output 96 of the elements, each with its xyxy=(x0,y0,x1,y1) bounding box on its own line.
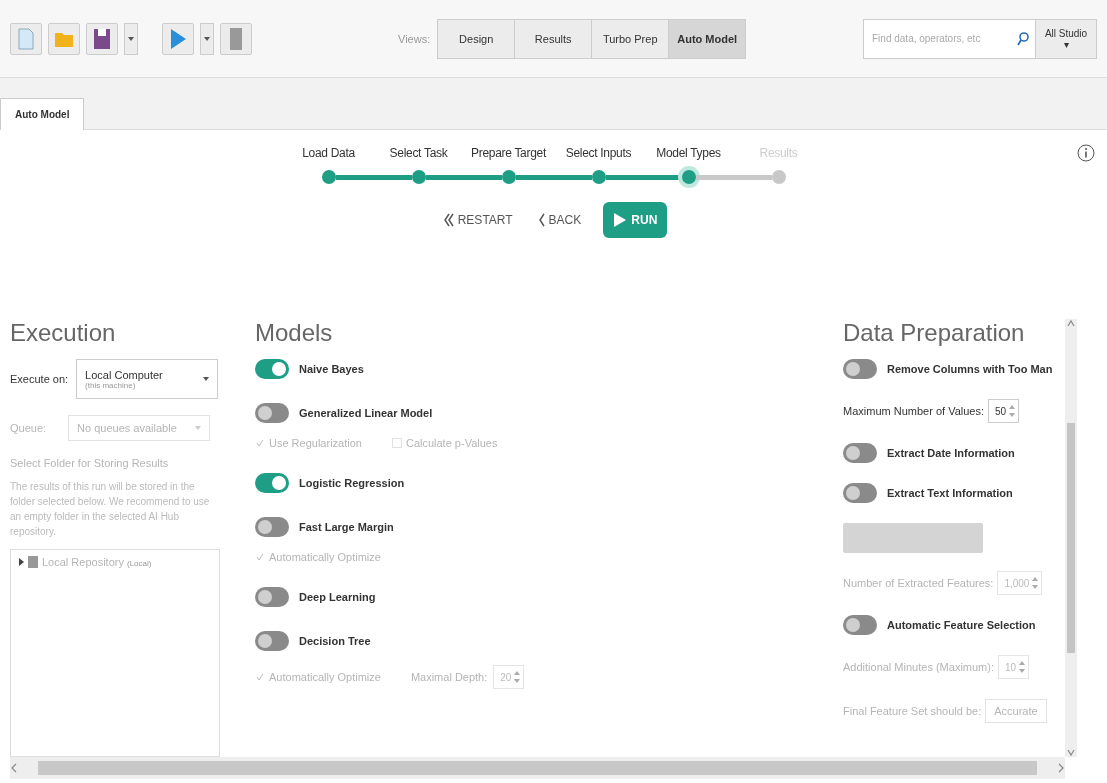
horizontal-scrollbar[interactable] xyxy=(10,757,1065,779)
scroll-up-icon[interactable] xyxy=(1067,319,1075,329)
toggle-switch[interactable] xyxy=(255,473,289,493)
view-tab[interactable]: Auto Model xyxy=(668,18,747,59)
save-button[interactable] xyxy=(86,22,118,55)
spinner-arrows-icon xyxy=(1032,576,1039,590)
section-title: Models xyxy=(255,319,334,347)
model-name: Naive Bayes xyxy=(299,363,364,375)
views-label: Views: xyxy=(398,32,431,45)
scope-dropdown[interactable]: All Studio ▾ xyxy=(1035,18,1097,59)
toggle-label: Remove Columns with Too Man xyxy=(887,363,1053,375)
caret-icon xyxy=(128,36,134,41)
field-label: Number of Extracted Features: xyxy=(843,577,994,589)
model-name: Logistic Regression xyxy=(299,477,405,489)
dropdown-subtext: (this machine) xyxy=(85,380,136,390)
checkbox-label: Use Regularization xyxy=(269,437,362,449)
play-icon xyxy=(613,212,628,228)
stop-button[interactable] xyxy=(220,22,252,55)
checkbox[interactable] xyxy=(255,438,265,448)
number-spinner[interactable]: 50 xyxy=(988,399,1020,423)
step-dot[interactable] xyxy=(501,170,516,184)
caret-icon xyxy=(195,426,202,430)
run-button[interactable] xyxy=(162,22,194,55)
checkbox-label: Calculate p-Values xyxy=(405,437,498,449)
search-field[interactable]: Find data, operators, etc xyxy=(863,18,1036,59)
checkbox-label: Automatically Optimize xyxy=(269,671,381,683)
section-title: Data Preparation xyxy=(843,319,1026,347)
field-label: Queue: xyxy=(10,422,47,434)
field-label: Maximum Number of Values: xyxy=(843,405,984,417)
step-dot[interactable] xyxy=(591,170,606,184)
page-icon xyxy=(17,27,35,50)
scroll-down-icon[interactable] xyxy=(1067,747,1075,757)
toggle-switch[interactable] xyxy=(843,359,877,379)
search-icon xyxy=(1017,31,1029,46)
section-title: Execution xyxy=(10,319,117,347)
checkbox-label: Automatically Optimize xyxy=(269,551,381,563)
model-name: Decision Tree xyxy=(299,635,371,647)
toggle-switch[interactable] xyxy=(843,483,877,503)
toggle-switch[interactable] xyxy=(255,631,289,651)
scroll-left-icon[interactable] xyxy=(10,763,18,773)
toggle-label: Extract Date Information xyxy=(887,447,1015,459)
field-label: Maximal Depth: xyxy=(410,671,488,683)
save-icon xyxy=(92,27,112,50)
caret-icon xyxy=(203,377,210,381)
spinner-arrows-icon xyxy=(1009,404,1016,418)
step-dot[interactable] xyxy=(771,170,786,184)
toggle-switch[interactable] xyxy=(255,359,289,379)
step-label: Model Types xyxy=(655,146,722,160)
caret-button[interactable] xyxy=(124,22,138,55)
play-icon xyxy=(169,27,187,50)
step-dot[interactable] xyxy=(321,170,336,184)
toggle-switch[interactable] xyxy=(255,517,289,537)
model-name: Deep Learning xyxy=(299,591,376,603)
step-label: Prepare Target xyxy=(470,146,548,160)
field-label: Additional Minutes (Maximum): xyxy=(843,661,994,673)
checkbox[interactable] xyxy=(391,438,402,448)
dropdown[interactable]: Local Computer (this machine) xyxy=(76,359,219,399)
scroll-right-icon[interactable] xyxy=(1057,763,1065,773)
vertical-scrollbar[interactable] xyxy=(1065,319,1077,757)
stop-icon xyxy=(230,27,242,50)
model-name: Generalized Linear Model xyxy=(299,407,433,419)
double-chevron-icon xyxy=(443,213,454,227)
chevron-icon xyxy=(538,213,545,227)
toggle-label: Automatic Feature Selection xyxy=(887,619,1036,631)
field-label: Execute on: xyxy=(10,373,69,385)
view-tab[interactable]: Results xyxy=(514,18,593,59)
field-label: Final Feature Set should be: xyxy=(843,705,982,717)
toggle-switch[interactable] xyxy=(255,403,289,423)
spinner-arrows-icon xyxy=(1019,660,1026,674)
model-name: Fast Large Margin xyxy=(299,521,394,533)
section-subtitle: Select Folder for Storing Results xyxy=(10,457,170,469)
step-label: Load Data xyxy=(301,146,356,160)
dropdown-value: Local Computer xyxy=(85,368,163,381)
toggle-switch[interactable] xyxy=(843,615,877,635)
step-dot[interactable] xyxy=(411,170,426,184)
expand-arrow-icon[interactable] xyxy=(19,558,24,566)
back-button[interactable]: BACK xyxy=(534,209,586,231)
toggle-switch[interactable] xyxy=(843,443,877,463)
open-folder-button[interactable] xyxy=(48,22,80,55)
toggle-switch[interactable] xyxy=(255,587,289,607)
toggle-label: Extract Text Information xyxy=(887,487,1013,499)
spinner-arrows-icon xyxy=(514,670,521,684)
view-tab[interactable]: Design xyxy=(437,18,516,59)
view-tab[interactable]: Turbo Prep xyxy=(591,18,670,59)
caret-button[interactable] xyxy=(200,22,214,55)
restart-button[interactable]: RESTART xyxy=(439,209,517,231)
step-dot[interactable] xyxy=(681,170,696,184)
checkbox[interactable] xyxy=(255,672,265,682)
step-label: Select Inputs xyxy=(564,146,633,160)
step-label: Select Task xyxy=(388,146,449,160)
description-text: The results of this run will be stored in the folder selected below. We recommend to use an empty folder in the selected AI Hub repository. xyxy=(10,480,211,539)
checkbox[interactable] xyxy=(255,552,265,562)
repository-icon xyxy=(28,556,38,568)
info-icon[interactable] xyxy=(1077,144,1095,162)
document-tab[interactable]: Auto Model xyxy=(0,98,85,130)
caret-icon xyxy=(204,36,210,41)
